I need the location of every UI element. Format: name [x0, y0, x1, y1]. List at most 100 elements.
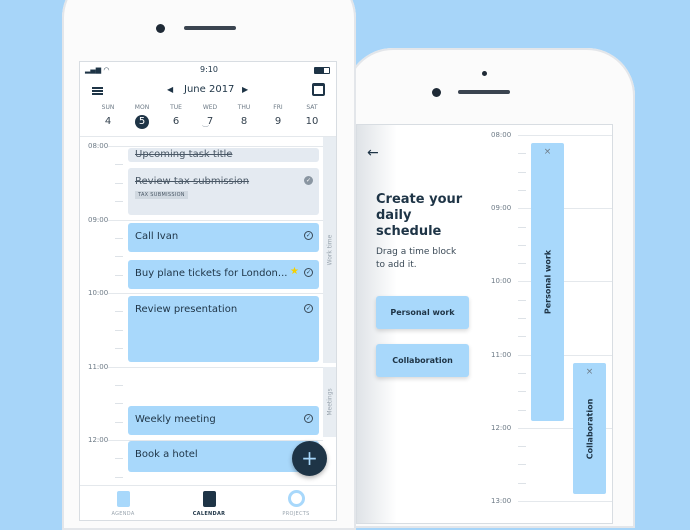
tick: [518, 336, 526, 338]
day-fri[interactable]: FRI 9: [263, 104, 293, 129]
task-title: Buy plane tickets for London...: [135, 268, 288, 279]
check-icon[interactable]: ✓: [304, 414, 313, 423]
close-icon[interactable]: ×: [573, 367, 606, 377]
hour-line: [108, 293, 323, 294]
hour-label: 11:00: [88, 362, 109, 371]
hour-label: 10:00: [88, 289, 109, 297]
prev-month-icon[interactable]: ◀: [167, 85, 173, 94]
block-label: Personal work: [543, 249, 552, 315]
tick: [115, 384, 123, 386]
task-title: Weekly meeting: [135, 414, 216, 425]
back-arrow-icon[interactable]: ←: [367, 145, 379, 161]
day-tue[interactable]: TUE 6: [161, 104, 191, 129]
tab-agenda[interactable]: AGENDA: [83, 486, 163, 517]
calendar-icon: [202, 491, 216, 507]
tick: [518, 482, 526, 484]
hour-label: 09:00: [491, 204, 512, 213]
weekday-label: MON: [134, 104, 150, 111]
tick: [115, 274, 123, 276]
hour-line: [518, 135, 612, 136]
tick: [518, 226, 526, 228]
month-label: June 2017: [184, 84, 235, 95]
clipboard-icon: [116, 491, 130, 507]
day-mon[interactable]: MON 5: [127, 104, 157, 129]
check-icon[interactable]: ✓: [304, 304, 313, 313]
star-icon[interactable]: ★: [290, 266, 299, 277]
task-card[interactable]: Review presentation ✓: [128, 296, 319, 362]
tab-calendar[interactable]: CALENDAR: [169, 486, 249, 517]
add-task-fab[interactable]: +: [292, 441, 327, 476]
tick: [115, 476, 123, 478]
task-card[interactable]: Weekly meeting ✓: [128, 406, 319, 435]
task-card[interactable]: Call Ivan ✓: [128, 223, 319, 252]
tick: [115, 311, 123, 313]
task-title: Review tax submission: [135, 176, 250, 187]
day-number: 10: [305, 116, 319, 127]
tick: [518, 171, 526, 173]
tick: [518, 391, 526, 393]
tick: [518, 244, 526, 246]
hour-label: 11:00: [491, 350, 512, 359]
task-title: Review presentation: [135, 304, 238, 315]
task-title: Book a hotel: [135, 449, 198, 460]
task-card[interactable]: Buy plane tickets for London... ✓ ★: [128, 260, 319, 289]
meetings-band: Meetings: [323, 367, 336, 437]
check-icon[interactable]: ✓: [304, 176, 313, 185]
task-card[interactable]: Review tax submission TAX SUBMISSION ✓: [128, 168, 319, 215]
hour-label: 08:00: [491, 131, 512, 139]
tick: [115, 256, 123, 258]
day-wed[interactable]: WED 7: [195, 104, 225, 129]
check-icon[interactable]: ✓: [304, 268, 313, 277]
task-card[interactable]: Upcoming task title: [128, 148, 319, 162]
day-sat[interactable]: SAT 10: [297, 104, 327, 129]
header-divider: [80, 136, 336, 137]
work-time-band: Work time: [323, 137, 336, 363]
next-month-icon[interactable]: ▶: [242, 85, 248, 94]
weekday-label: WED: [202, 104, 218, 111]
collaboration-block-button[interactable]: Collaboration: [376, 344, 469, 377]
tick: [115, 201, 123, 203]
expand-chevron-icon[interactable]: ︶: [202, 124, 209, 134]
hamburger-icon[interactable]: [92, 87, 103, 95]
hour-label: 13:00: [491, 497, 512, 505]
calendar-screen: ▂▄▆ ◠ 9:10 ◀ June 2017 ▶ SUN 4 MON 5 TUE 6 WED…: [79, 61, 337, 521]
task-card[interactable]: Book a hotel: [128, 441, 319, 472]
day-number: 4: [104, 116, 112, 127]
tick: [115, 164, 123, 166]
week-strip: SUN 4 MON 5 TUE 6 WED 7 THU 8 FRI 9 SAT 10: [93, 104, 333, 134]
personal-work-block-button[interactable]: Personal work: [376, 296, 469, 329]
day-number: 6: [172, 116, 180, 127]
tick: [518, 372, 526, 374]
hour-line: [108, 366, 323, 368]
tick: [115, 403, 123, 405]
tick: [518, 299, 526, 301]
hour-line: [518, 501, 612, 502]
tick: [115, 458, 123, 460]
hour-line: [108, 219, 323, 221]
camera: [156, 24, 165, 33]
tick: [115, 237, 123, 239]
day-sun[interactable]: SUN 4: [93, 104, 123, 129]
panel-title: Create your daily schedule: [376, 192, 463, 239]
weekday-label: THU: [237, 104, 251, 111]
tab-projects[interactable]: PROJECTS: [256, 486, 336, 517]
tick: [518, 409, 526, 411]
tick: [115, 421, 123, 423]
close-icon[interactable]: ×: [531, 147, 564, 157]
task-title: Call Ivan: [135, 231, 179, 242]
collaboration-block[interactable]: × Collaboration: [573, 363, 606, 494]
hour-label: 08:00: [88, 142, 109, 150]
day-number: 9: [274, 116, 282, 127]
personal-work-block[interactable]: × Personal work: [531, 143, 564, 421]
tick: [115, 348, 123, 350]
schedule-screen: ← Create your daily schedule Drag a time…: [356, 124, 613, 524]
speaker: [184, 26, 236, 30]
check-icon[interactable]: ✓: [304, 231, 313, 240]
hour-label: 12:00: [491, 423, 512, 432]
tick: [518, 189, 526, 191]
weekday-label: SAT: [306, 104, 318, 111]
calendar-icon[interactable]: [312, 83, 325, 96]
day-thu[interactable]: THU 8: [229, 104, 259, 129]
hour-label: 12:00: [88, 436, 109, 444]
panel-subtitle: Drag a time block to add it.: [376, 247, 457, 270]
